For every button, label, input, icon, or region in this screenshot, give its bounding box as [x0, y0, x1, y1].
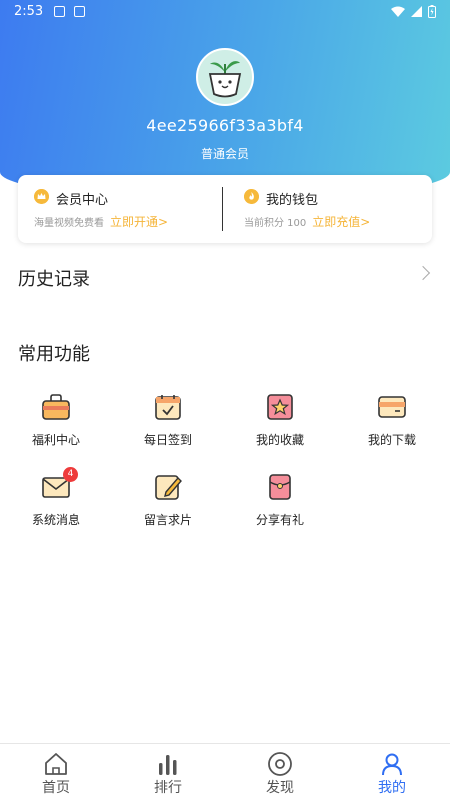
wallet-recharge-link[interactable]: 立即充值>	[312, 215, 370, 229]
note-pencil-icon	[155, 475, 182, 500]
gift-box-icon	[42, 394, 70, 420]
download-card-icon	[378, 396, 406, 418]
membership-level: 普通会员	[200, 147, 249, 161]
vip-center-subtitle: 海量视频免费看	[34, 218, 104, 229]
crown-icon	[34, 189, 49, 204]
unread-badge: 4	[63, 467, 78, 482]
vip-center-title: 会员中心	[56, 193, 109, 208]
red-envelope-icon	[269, 474, 291, 500]
nav-label: 我的	[378, 780, 406, 796]
nav-ranking[interactable]: 排行	[112, 744, 224, 801]
battery-icon	[428, 5, 436, 18]
vip-open-link[interactable]: 立即开通>	[110, 215, 168, 229]
vip-center-entry[interactable]: 会员中心 海量视频免费看 立即开通>	[18, 175, 218, 243]
feature-welfare-center[interactable]: 福利中心	[0, 390, 112, 454]
feature-share-gift[interactable]: 分享有礼	[224, 470, 336, 534]
feature-system-messages[interactable]: 4 系统消息	[0, 467, 112, 534]
feature-my-favorites[interactable]: 我的收藏	[224, 390, 336, 454]
nav-label: 排行	[154, 780, 182, 796]
chevron-right-icon	[415, 265, 431, 281]
nav-home[interactable]: 首页	[0, 744, 112, 801]
home-icon	[45, 753, 67, 775]
bottom-nav: 首页 排行 发现 我的	[0, 743, 450, 801]
feature-my-downloads[interactable]: 我的下载	[336, 390, 448, 454]
nav-label: 首页	[42, 780, 70, 796]
member-card: 会员中心 海量视频免费看 立即开通> 我的钱包 当前积分 100 立即充值>	[18, 175, 432, 243]
wallet-entry[interactable]: 我的钱包 当前积分 100 立即充值>	[228, 175, 428, 243]
nav-label: 发现	[266, 780, 294, 796]
status-time: 2:53	[14, 4, 44, 19]
feature-label: 系统消息	[31, 513, 80, 527]
status-bar: 2:53	[0, 0, 450, 24]
feature-label: 每日签到	[143, 433, 192, 447]
feature-label: 我的下载	[367, 433, 416, 447]
wallet-points: 当前积分 100	[244, 218, 307, 229]
nav-discover[interactable]: 发现	[224, 744, 336, 801]
signal-icon	[411, 6, 422, 17]
feature-label: 分享有礼	[255, 513, 304, 527]
star-icon	[267, 394, 293, 420]
common-functions-title: 常用功能	[18, 344, 90, 365]
history-row[interactable]: 历史记录	[18, 260, 432, 294]
feature-label: 福利中心	[31, 433, 80, 447]
disc-icon	[268, 752, 292, 776]
user-icon	[382, 753, 402, 776]
feature-request-movie[interactable]: 留言求片	[112, 470, 224, 534]
username: 4ee25966f33a3bf4	[146, 116, 304, 135]
wifi-icon	[391, 6, 405, 17]
card-divider	[222, 187, 223, 231]
history-title: 历史记录	[18, 269, 90, 290]
gallery-notification-icon	[54, 6, 65, 17]
coin-flame-icon	[244, 189, 259, 204]
feature-label: 我的收藏	[255, 433, 304, 447]
nav-mine[interactable]: 我的	[336, 744, 448, 801]
avatar[interactable]	[196, 48, 254, 106]
calendar-check-icon	[155, 395, 181, 420]
feature-daily-checkin[interactable]: 每日签到	[112, 390, 224, 454]
text-notification-icon	[74, 6, 85, 17]
feature-label: 留言求片	[143, 513, 192, 527]
wallet-title: 我的钱包	[266, 193, 319, 208]
bar-chart-icon	[159, 755, 177, 775]
plant-pot-avatar-icon	[208, 61, 242, 98]
